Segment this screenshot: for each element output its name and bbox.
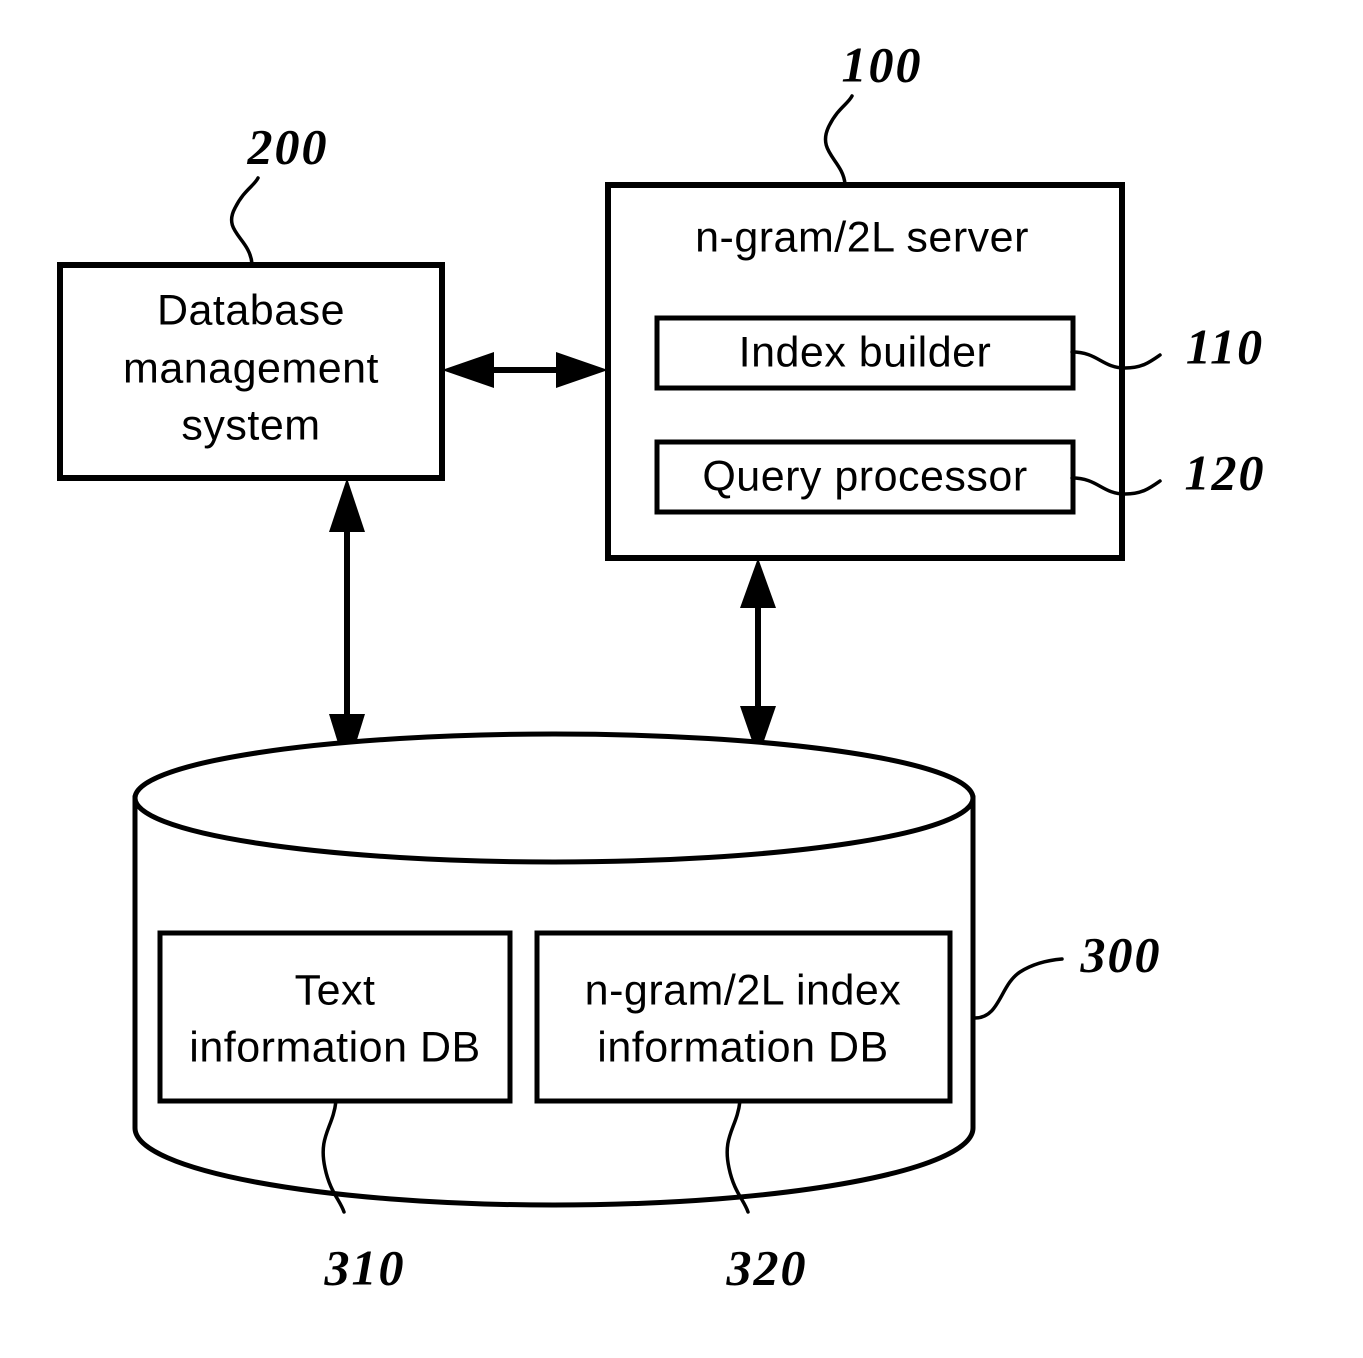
dbms-leader-line — [229, 176, 260, 266]
dbms-label-line2: management — [123, 344, 379, 392]
text-information-db-label-line1: Text — [295, 966, 376, 1014]
dbms-block[interactable]: Database management system — [57, 262, 445, 481]
connector-server-storage-arrowhead-top — [740, 558, 776, 608]
text-db-ref-number: 310 — [324, 1239, 406, 1295]
index-information-db-label-line2: information DB — [597, 1023, 888, 1071]
server-leader-line — [823, 94, 854, 186]
connector-dbms-storage — [329, 478, 365, 772]
dbms-label-line1: Database — [157, 286, 345, 334]
connector-dbms-server-arrowhead-left — [442, 352, 494, 388]
query-processor-block[interactable]: Query processor — [654, 439, 1076, 515]
index-information-db-box-outline — [534, 930, 953, 1104]
dbms-label-line3: system — [181, 401, 320, 449]
index-builder-ref-number: 110 — [1186, 318, 1264, 374]
figure-canvas: Database management system 200 n-gram/2L… — [0, 0, 1363, 1358]
text-information-db-box-outline — [157, 930, 513, 1104]
index-information-db-label-line1: n-gram/2L index — [585, 966, 902, 1014]
query-processor-ref-number: 120 — [1185, 444, 1266, 500]
storage-cylinder[interactable]: Text information DB n-gram/2L index info… — [132, 731, 976, 1208]
connector-server-storage — [740, 558, 776, 758]
text-information-db-block[interactable]: Text information DB — [157, 930, 513, 1104]
server-title: n-gram/2L server — [695, 213, 1029, 261]
cylinder-top-ellipse — [132, 731, 976, 865]
index-information-db-block[interactable]: n-gram/2L index information DB — [534, 930, 953, 1104]
index-builder-block[interactable]: Index builder — [654, 315, 1076, 391]
storage-ref-number: 300 — [1080, 926, 1162, 982]
text-information-db-label-line2: information DB — [189, 1023, 480, 1071]
storage-reference-callout: 300 — [973, 926, 1162, 1020]
dbms-ref-number: 200 — [247, 118, 329, 174]
connector-dbms-server — [442, 352, 608, 388]
storage-leader-line — [973, 957, 1064, 1020]
index-builder-label: Index builder — [739, 328, 992, 376]
connector-dbms-server-arrowhead-right — [556, 352, 608, 388]
server-reference-callout: 100 — [823, 36, 923, 186]
dbms-reference-callout: 200 — [229, 118, 329, 266]
query-processor-label: Query processor — [702, 452, 1027, 500]
connector-dbms-storage-arrowhead-top — [329, 478, 365, 532]
index-db-ref-number: 320 — [726, 1239, 808, 1295]
server-block[interactable]: n-gram/2L server Index builder Query pro… — [605, 182, 1125, 561]
server-ref-number: 100 — [842, 36, 923, 92]
system-block-diagram: Database management system 200 n-gram/2L… — [57, 36, 1266, 1295]
